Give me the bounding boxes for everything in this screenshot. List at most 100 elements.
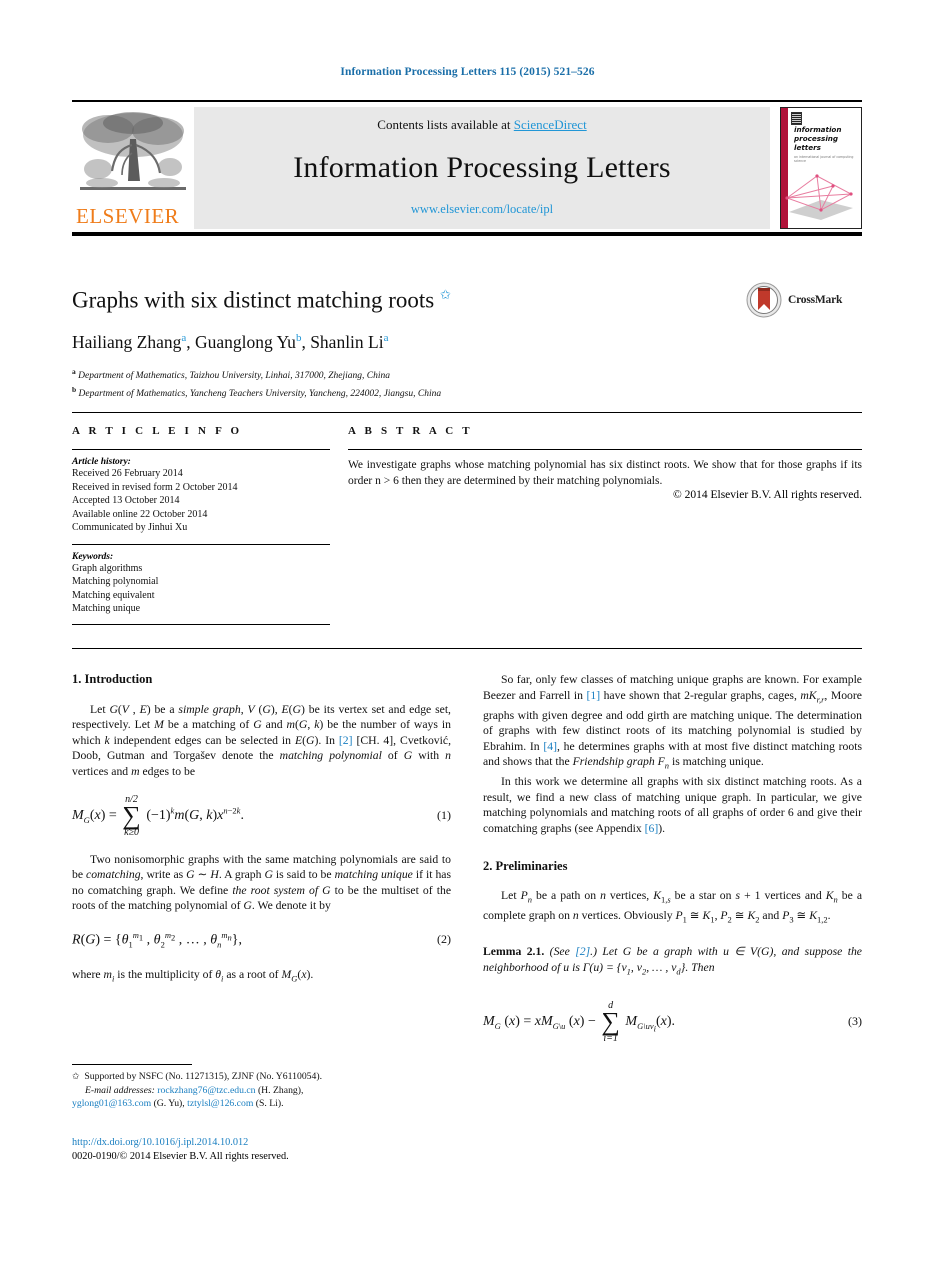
article-history-label: Article history: [72,457,131,467]
affiliation-item: a Department of Mathematics, Taizhou Uni… [72,365,862,384]
keyword-item: Matching polynomial [72,576,159,587]
crossmark-icon[interactable] [746,282,782,318]
running-head: Information Processing Letters 115 (2015… [340,66,595,78]
affiliation-text: Department of Mathematics, Taizhou Unive… [78,370,390,381]
author-affiliation-marker[interactable]: a [181,332,186,344]
paragraph: So far, only few classes of matching uni… [483,673,863,771]
paragraph: In this work we determine all graphs wit… [483,775,862,835]
paragraph: Two nonisomorphic graphs with the same m… [72,852,452,913]
paper-page: Information Processing Letters 115 (2015… [0,0,935,1266]
author-list: Hailiang Zhanga, Guanglong Yub, Shanlin … [72,331,389,352]
doi-block: http://dx.doi.org/10.1016/j.ipl.2014.10.… [72,1136,451,1164]
author-affiliation-marker[interactable]: b [296,332,302,344]
keywords-label: Keywords: [72,551,114,562]
article-history-item: Accepted 13 October 2014 [72,495,180,506]
paragraph: where mi is the multiplicity of θi as a … [72,967,314,984]
equation-1: MG(x) = n/2 ∑ k≥0 (−1)km(G, k)xn−2k. (1) [72,793,451,838]
email-link[interactable]: tztylsl@126.com [187,1098,253,1109]
issn-copyright: 0020-0190/© 2014 Elsevier B.V. All right… [72,1151,289,1162]
abstract-bottom-rule [72,648,862,649]
keyword-item: Matching unique [72,603,141,614]
equation-3: MG (x) = xMG\u (x) − d ∑ i=1 MG\uvi(x). … [483,999,862,1044]
paper-title-text: Graphs with six distinct matching roots [72,287,435,313]
abstract-text: We investigate graphs whose matching pol… [348,459,862,487]
abstract-divider [348,449,862,450]
lemma-label: Lemma 2.1. [483,945,545,959]
lemma-2-1: Lemma 2.1. (See [2].) Let G be a graph w… [483,945,862,976]
journal-title: Information Processing Letters [293,150,671,184]
cover-title-line2: processing [794,134,839,143]
crossmark-badge[interactable]: CrossMark [746,280,862,320]
citation-link[interactable]: [1] [586,689,600,702]
equation-number: (3) [848,1013,862,1028]
article-history-item: Available online 22 October 2014 [72,508,208,520]
email-label: E-mail addresses: [85,1084,155,1096]
footnote-funding: ✩ Supported by NSFC (No. 11271315), ZJNF… [72,1070,451,1084]
masthead-bottom-rule [72,232,862,236]
section-heading-preliminaries: 2. Preliminaries [483,858,568,873]
citation-link[interactable]: [4] [543,740,557,753]
page-title: Graphs with six distinct matching roots … [72,280,862,315]
masthead-center: Contents lists available at ScienceDirec… [194,107,770,229]
cover-graph-illustration [785,174,853,220]
citation-link[interactable]: [6] [645,822,659,835]
article-history-item: Communicated by Jinhui Xu [72,522,188,533]
footnote-block: ✩ Supported by NSFC (No. 11271315), ZJNF… [72,1070,451,1111]
body-column-right: So far, only few classes of matching uni… [483,672,862,1058]
journal-url-link[interactable]: www.elsevier.com/locate/ipl [411,202,553,217]
elsevier-logo: ELSEVIER [72,107,194,229]
keywords-divider [72,543,330,545]
article-header: Graphs with six distinct matching roots … [72,280,862,402]
crossmark-label: CrossMark [788,294,843,306]
cover-title-line1: information [794,125,842,134]
sigma-icon: ∑ [122,800,141,830]
keyword-item: Matching equivalent [72,589,155,601]
doi-link[interactable]: http://dx.doi.org/10.1016/j.ipl.2014.10.… [72,1136,451,1150]
info-divider [72,449,330,450]
contents-prefix: Contents lists available at [377,117,514,132]
article-info-heading: A R T I C L E I N F O [72,425,243,437]
affiliation-item: b Department of Mathematics, Yancheng Te… [72,383,862,402]
author-name[interactable]: Guanglong Yu [195,332,296,352]
footnote-emails: E-mail addresses: rockzhang76@tzc.edu.cn… [85,1084,304,1096]
paragraph: Let Pn be a path on n vertices, K1,s be … [483,889,863,925]
equation-2: R(G) = {θ1m1 , θ2m2 , … , θnmn}, (2) [72,929,451,950]
keywords-block: Keywords: Graph algorithms Matching poly… [72,543,330,625]
keywords-bottom-rule [72,623,330,625]
abstract-heading: A B S T R A C T [348,425,473,437]
affiliation-text: Department of Mathematics, Yancheng Teac… [78,389,442,400]
abstract-copyright: © 2014 Elsevier B.V. All rights reserved… [673,489,862,501]
sum-lower-limit: k≥0 [124,826,139,838]
footnote-star-icon: ✩ [72,1071,80,1081]
citation-link[interactable]: [2] [575,945,590,958]
section-heading-introduction: 1. Introduction [72,672,153,686]
cover-title-line3: letters [794,143,821,152]
equation-number: (2) [437,932,451,947]
paragraph: Let G(V , E) be a simple graph, V (G), E… [72,702,452,778]
journal-masthead: ELSEVIER Contents lists available at Sci… [72,100,862,229]
affiliation-marker: a [72,366,76,376]
author-name[interactable]: Shanlin Li [310,332,383,352]
email-link[interactable]: yglong01@163.com [72,1098,151,1109]
abstract-column: A B S T R A C T We investigate graphs wh… [348,425,862,501]
sciencedirect-link[interactable]: ScienceDirect [514,117,587,132]
email-person: (H. Zhang) [257,1084,301,1096]
footnote-rule [72,1064,192,1065]
cover-title: information processing letters [794,125,841,152]
citation-link[interactable]: [2] [339,734,353,747]
sigma-icon: ∑ [601,1006,620,1036]
affiliation-marker: b [72,385,77,395]
cover-subtitle: an international journal of computing sc… [794,155,854,163]
keyword-item: Graph algorithms [72,562,143,574]
title-footnote-star-icon[interactable]: ✩ [440,287,451,302]
article-history-item: Received 26 February 2014 [72,468,183,479]
cover-barcode-icon [791,112,802,125]
author-affiliation-marker[interactable]: a [384,332,389,344]
info-top-rule [72,412,862,413]
email-person: (S. Li) [255,1098,282,1109]
contents-line: Contents lists available at ScienceDirec… [377,117,586,133]
elsevier-wordmark: ELSEVIER [76,204,180,228]
author-name[interactable]: Hailiang Zhang [72,332,181,352]
email-link[interactable]: rockzhang76@tzc.edu.cn [157,1085,255,1096]
sum-lower-limit: i=1 [603,1032,618,1044]
